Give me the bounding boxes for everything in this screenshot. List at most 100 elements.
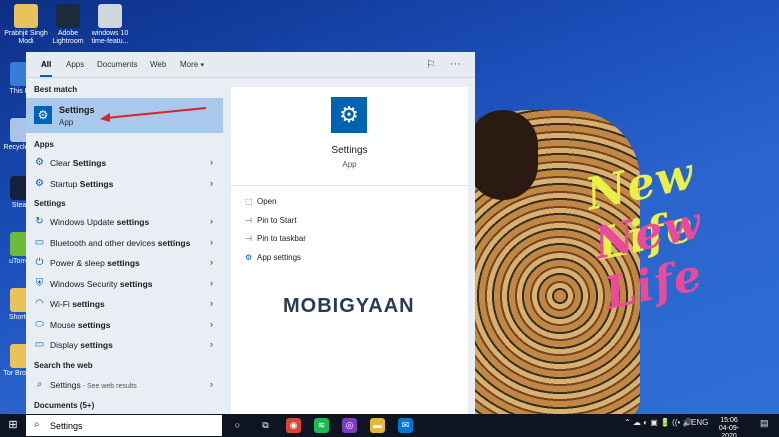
result-icon: ▭ [34,339,45,350]
result-label: Bluetooth and other devices settings [50,237,191,248]
watermark: MOBIGYAAN [283,295,415,317]
system-tray-icons[interactable]: ⌃ ☁ ◐ ▣ 🔋 ((• 🔊 [624,418,692,427]
task-view-icon[interactable]: ○ [230,418,245,433]
best-match-header: Best match [34,85,78,94]
wallpaper-head-image [468,110,538,200]
action-icon: ⊣ [245,215,252,225]
preview-action[interactable]: ⚙ App settings [245,253,301,262]
chevron-right-icon: › [210,318,213,329]
tab-all[interactable]: All [41,60,51,69]
result-label: Mouse settings [50,319,111,330]
result-label: Display settings [50,340,113,350]
action-label: App settings [257,252,302,262]
action-icon: ⚙ [245,252,253,262]
action-label: Pin to Start [257,215,297,225]
spotify-icon[interactable]: ≋ [314,418,329,433]
search-input[interactable] [50,419,215,432]
setting-result[interactable]: ▭ Display settings › [26,335,223,355]
language-indicator[interactable]: ENG [691,418,708,427]
result-icon: ◠ [35,298,44,309]
result-icon: ⬭ [35,318,44,330]
result-icon: ⛨ [35,277,44,289]
clock-time: 15:06 [720,417,738,424]
chevron-right-icon: › [210,339,213,349]
action-label: Open [257,197,277,206]
web-result-settings[interactable]: ⌕ Settings - See web results › [26,375,223,395]
search-results-list: Best match ⚙ Settings App Apps ⚙ Clear Se… [26,79,223,414]
settings-header: Settings [34,199,66,208]
tab-more-label: More [180,60,199,69]
search-icon: ⌕ [36,379,43,390]
result-label: Windows Update settings [50,217,150,227]
chevron-right-icon: › [210,236,213,247]
preview-action[interactable]: ⊣ Pin to Start [245,216,297,225]
search-web-header: Search the web [34,361,93,370]
mail-icon[interactable]: ✉ [398,418,413,433]
taskbar-search-box[interactable]: ⌕ [26,415,222,436]
search-icon: ⌕ [34,419,40,430]
notification-icon[interactable]: ▤ [760,418,769,429]
setting-result[interactable]: ⬭ Mouse settings › [26,315,223,335]
desktop-shortcut-icon [56,4,80,28]
clock[interactable]: 15:06 04-09-2020 [712,417,746,437]
tab-apps[interactable]: Apps [66,60,84,69]
result-icon: ▭ [34,236,45,248]
chrome-icon[interactable]: ◉ [286,418,301,433]
result-label: Power & sleep settings [50,258,140,268]
chevron-right-icon: › [210,257,213,267]
desktop-icon[interactable]: Prabhjit Singh Modi [4,4,48,46]
tab-web[interactable]: Web [150,60,166,69]
desktop-icon[interactable]: windows 10 time-featu... [88,4,132,46]
clock-date: 04-09-2020 [718,425,740,437]
red-arrow-annotation [100,107,207,122]
action-icon: ⬚ [245,197,253,206]
windows-start-icon[interactable]: ⊞ [0,414,26,437]
settings-gear-icon: ⚙ [331,97,367,133]
apps-header: Apps [34,140,54,149]
documents-header[interactable]: Documents (5+) [34,401,94,410]
setting-result[interactable]: ▭ Bluetooth and other devices settings › [26,233,223,253]
taskbar: ⊞ ⌕ ○ ⧉ ◉ ≋ ◎ ▬ ✉ ⌃ ☁ ◐ ▣ 🔋 ((• 🔊 ENG 15:06 04… [0,414,779,437]
chevron-right-icon: › [210,379,213,389]
chevron-right-icon: › [210,298,213,308]
desktop-icon[interactable]: Adobe Lightroom [46,4,90,46]
chevron-right-icon: › [210,216,213,226]
best-match-title: Settings [59,105,95,115]
preview-action[interactable]: ⊣ Pin to taskbar [245,234,306,243]
result-icon: ↻ [35,216,44,227]
desktop-icon-label: Adobe Lightroom [52,30,84,45]
timeline-icon[interactable]: ⧉ [258,418,273,433]
desktop-icon-label: windows 10 time-featu... [91,30,129,45]
result-label: Windows Security settings [50,278,153,289]
chevron-right-icon: › [210,157,213,167]
options-icon[interactable]: ··· [450,58,461,70]
desktop-icon-label: Prabhjit Singh Modi [4,30,48,45]
explorer-icon[interactable]: ▬ [370,418,385,433]
setting-result[interactable]: ◠ Wi-Fi settings › [26,294,223,314]
chevron-down-icon: ▾ [200,62,204,69]
result-label: Wi-Fi settings [50,299,105,309]
best-match-subtitle: App [59,118,74,127]
settings-gear-icon: ⚙ [34,106,52,124]
preview-action[interactable]: ⬚ Open [245,197,277,206]
result-label: Startup Settings [50,178,114,189]
app-result[interactable]: ⚙ Clear Settings › [26,153,223,173]
desktop-shortcut-icon [14,4,38,28]
setting-result[interactable]: ⏻ Power & sleep settings › [26,253,223,273]
chevron-right-icon: › [210,177,213,188]
result-label: Clear Settings [50,158,107,168]
setting-result[interactable]: ⛨ Windows Security settings › [26,274,223,294]
best-match-settings[interactable]: ⚙ Settings App [26,98,223,133]
preview-subtitle: App [342,160,357,169]
action-icon: ⊣ [245,234,252,243]
app-result[interactable]: ⚙ Startup Settings › [26,174,223,194]
tab-more[interactable]: More ▾ [180,60,204,69]
start-search-panel: All Apps Documents Web More ▾ ⚐ ··· Best… [26,52,475,414]
setting-result[interactable]: ↻ Windows Update settings › [26,212,223,232]
result-icon: ⏻ [35,257,44,268]
feedback-icon[interactable]: ⚐ [426,58,436,71]
media-icon[interactable]: ◎ [342,418,357,433]
tab-documents[interactable]: Documents [97,60,137,69]
divider [231,185,468,186]
result-preview-pane: ⚙ Settings App ⬚ Open ⊣ Pin to Start ⊣ Pin to… [231,87,468,414]
